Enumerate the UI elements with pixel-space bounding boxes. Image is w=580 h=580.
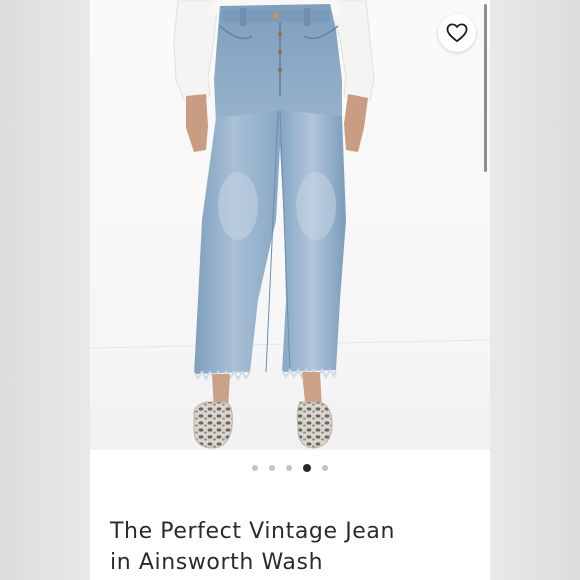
carousel-indicator <box>90 462 490 474</box>
favorite-button[interactable] <box>438 14 476 52</box>
right-backdrop <box>490 0 580 580</box>
carousel-dot[interactable] <box>322 465 328 471</box>
left-backdrop <box>0 0 90 580</box>
product-title: The Perfect Vintage Jean in Ainsworth Wa… <box>110 516 480 578</box>
heart-outline-icon <box>446 23 468 43</box>
product-photo-drawing <box>90 0 490 450</box>
carousel-dot[interactable] <box>269 465 275 471</box>
scrollbar-thumb[interactable] <box>484 4 487 172</box>
product-title-line-1: The Perfect Vintage Jean <box>110 519 396 544</box>
product-title-line-2: in Ainsworth Wash <box>110 550 324 575</box>
carousel-dot[interactable] <box>286 465 292 471</box>
product-photo[interactable] <box>90 0 490 450</box>
carousel-dot[interactable] <box>303 464 311 472</box>
carousel-dot[interactable] <box>252 465 258 471</box>
phone-screen: The Perfect Vintage Jean in Ainsworth Wa… <box>90 0 490 580</box>
